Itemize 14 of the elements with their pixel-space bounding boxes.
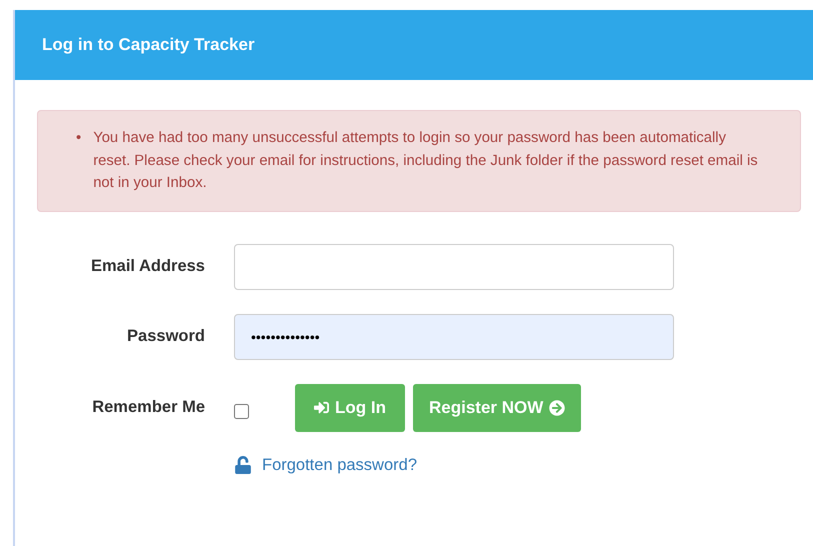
input-field[interactable]: •••••••••••••• [234,314,674,360]
input-field[interactable] [234,244,674,290]
register-button[interactable]: Register NOW [412,384,582,432]
remember-checkbox[interactable] [234,404,249,419]
sign-in-icon [314,400,329,415]
forgot-password-link[interactable]: Forgotten password? [234,456,674,474]
field-label: Password [127,327,205,346]
panel-title: Log in to Capacity Tracker [42,35,255,55]
field-label: Remember Me [92,398,205,417]
bullet-mark: • [76,129,82,148]
error-message: You have had too many unsuccessful attempts to login so your password has been automatically reset. Please check your email for instructions, including the Junk folder if the password reset email is not in your Inbox. [93,129,759,193]
unlock-icon [234,456,252,474]
login-button[interactable]: Log In [295,384,405,432]
field-label: Email Address [90,257,205,276]
